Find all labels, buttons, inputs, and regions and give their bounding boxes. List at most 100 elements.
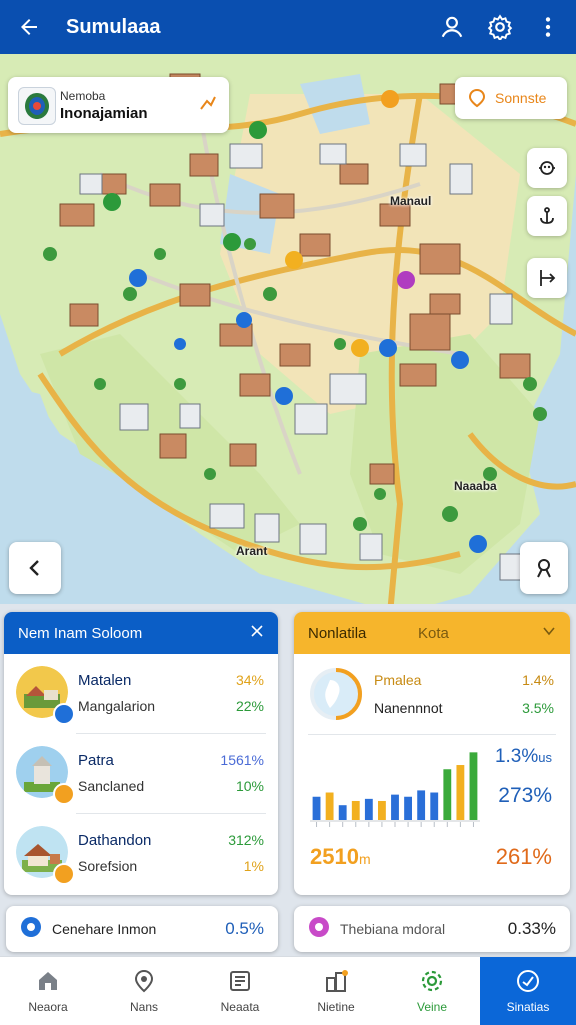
chart-bar bbox=[325, 792, 334, 820]
summary-left-value: 0.5% bbox=[225, 919, 264, 938]
bottom-navigation: Neaora Nans Neaata Nietine Veine Sinatia… bbox=[0, 956, 576, 1025]
right-panel-subtitle: Kota bbox=[418, 624, 449, 642]
item-name: Dathandon bbox=[78, 832, 152, 849]
right-item-name: Pmalea bbox=[374, 672, 422, 688]
explore-icon bbox=[537, 559, 551, 578]
nav-item-home[interactable]: Neaora bbox=[0, 957, 96, 1025]
map-label: Arant bbox=[236, 544, 268, 558]
item-subtitle: Sanclaned bbox=[78, 778, 145, 794]
item-value-primary: 312% bbox=[228, 832, 264, 848]
map-pin-icon bbox=[467, 88, 487, 113]
nav-item-settings[interactable]: Veine bbox=[384, 957, 480, 1025]
newspaper-icon bbox=[230, 971, 250, 991]
stat-one-suffix: us bbox=[538, 750, 552, 765]
progress-ring bbox=[308, 666, 364, 722]
map-pin-icon bbox=[134, 969, 154, 993]
city-icon bbox=[326, 970, 348, 992]
right-panel-title: Nonlatila bbox=[308, 624, 367, 642]
summary-strip-right[interactable]: Thebiana mdoral 0.33% bbox=[294, 906, 570, 952]
chart-bar bbox=[351, 800, 360, 820]
nav-item-city[interactable]: Nietine bbox=[288, 957, 384, 1025]
close-icon[interactable] bbox=[250, 624, 264, 642]
chart-bar bbox=[430, 792, 439, 820]
map-canvas[interactable] bbox=[0, 54, 576, 614]
city-map[interactable]: Manaul Naaaba Arant bbox=[0, 54, 576, 614]
nav-label: Neaata bbox=[220, 1000, 260, 1014]
big-stat-right: 261% bbox=[495, 844, 552, 869]
chart-bar bbox=[456, 765, 465, 820]
chart-bar bbox=[364, 798, 373, 820]
big-stat-left-suffix: m bbox=[358, 851, 371, 867]
summary-strip-left[interactable]: Cenehare Inmon 0.5% bbox=[6, 906, 278, 952]
location-card[interactable]: Nemoba Inonajamian bbox=[8, 77, 229, 133]
right-panel-header: Nonlatila Kota bbox=[294, 612, 570, 654]
explore-button[interactable] bbox=[520, 542, 568, 594]
nav-item-explore[interactable]: Sinatias bbox=[480, 957, 576, 1025]
tag-icon bbox=[308, 916, 330, 943]
login-icon[interactable] bbox=[527, 258, 567, 298]
item-name: Patra bbox=[78, 752, 114, 769]
nav-label: Nietine bbox=[317, 1000, 355, 1014]
nav-item-news[interactable]: Neaata bbox=[192, 957, 288, 1025]
nav-label: Nans bbox=[129, 1000, 158, 1014]
gear-icon bbox=[421, 970, 443, 992]
chart-bar bbox=[338, 805, 347, 820]
search-area-button[interactable]: Sonnste bbox=[455, 77, 567, 119]
more-vert-icon[interactable] bbox=[528, 7, 568, 47]
item-value-primary: 1561% bbox=[220, 752, 264, 768]
chevron-down-icon[interactable] bbox=[542, 624, 556, 642]
location-line2: Inonajamian bbox=[60, 105, 148, 122]
map-label: Naaaba bbox=[454, 479, 497, 493]
right-item-value-secondary: 3.5% bbox=[522, 700, 554, 716]
search-area-label: Sonnste bbox=[495, 90, 547, 106]
chart-bar bbox=[443, 769, 452, 820]
stat-one: 1.3%us bbox=[495, 746, 552, 768]
right-item-value-primary: 1.4% bbox=[522, 672, 554, 688]
chart-bar bbox=[469, 752, 478, 820]
list-item[interactable]: Patra Sanclaned 1561% 10% bbox=[4, 734, 278, 814]
list-item[interactable]: Matalen Mangalarion 34% 22% bbox=[4, 654, 278, 734]
status-badge bbox=[53, 783, 75, 805]
anchor-icon[interactable] bbox=[527, 196, 567, 236]
chart-bar bbox=[312, 796, 321, 820]
item-value-secondary: 10% bbox=[235, 778, 264, 794]
item-subtitle: Sorefsion bbox=[78, 858, 138, 874]
item-value-secondary: 1% bbox=[243, 858, 264, 874]
item-value-secondary: 22% bbox=[235, 698, 264, 714]
left-info-panel: Nem Inam Soloom Matalen Mangalarion 34% … bbox=[4, 612, 278, 895]
right-item-subtitle: Nanennnot bbox=[374, 700, 443, 716]
chart-bar bbox=[417, 790, 426, 820]
app-bar: Sumulaaa bbox=[0, 0, 576, 54]
home-icon bbox=[39, 972, 57, 990]
left-panel-header: Nem Inam Soloom bbox=[4, 612, 278, 654]
nav-label: Sinatias bbox=[506, 1000, 550, 1014]
summary-right-value: 0.33% bbox=[507, 919, 556, 938]
big-stat-left-value: 2510 bbox=[310, 844, 359, 869]
big-stat-left: 2510m bbox=[310, 844, 371, 870]
right-info-panel: Nonlatila Kota Pmalea Nanennnot 1.4% 3.5… bbox=[294, 612, 570, 895]
nav-label: Veine bbox=[416, 1000, 448, 1014]
settings-icon[interactable] bbox=[480, 7, 520, 47]
chart-bar bbox=[378, 800, 386, 820]
status-badge bbox=[53, 863, 75, 885]
nav-item-places[interactable]: Nans bbox=[96, 957, 192, 1025]
back-arrow-icon[interactable] bbox=[14, 12, 44, 42]
info-icon bbox=[20, 916, 42, 943]
chevron-left-icon bbox=[29, 560, 39, 576]
map-label: Manaul bbox=[390, 194, 432, 208]
chart-bar bbox=[391, 794, 399, 820]
compass-icon bbox=[517, 970, 539, 992]
list-item[interactable]: Dathandon Sorefsion 312% 1% bbox=[4, 814, 278, 894]
location-logo-icon bbox=[18, 87, 56, 125]
location-line1: Nemoba bbox=[60, 89, 106, 103]
status-badge bbox=[53, 703, 75, 725]
summary-right-label: Thebiana mdoral bbox=[340, 921, 446, 937]
summary-left-label: Cenehare Inmon bbox=[52, 921, 157, 937]
chart-bar bbox=[404, 796, 412, 820]
collapse-left-button[interactable] bbox=[9, 542, 61, 594]
account-icon[interactable] bbox=[432, 7, 472, 47]
robot-icon[interactable] bbox=[527, 148, 567, 188]
item-subtitle: Mangalarion bbox=[78, 698, 156, 714]
route-icon[interactable] bbox=[197, 91, 219, 113]
item-name: Matalen bbox=[78, 672, 132, 689]
